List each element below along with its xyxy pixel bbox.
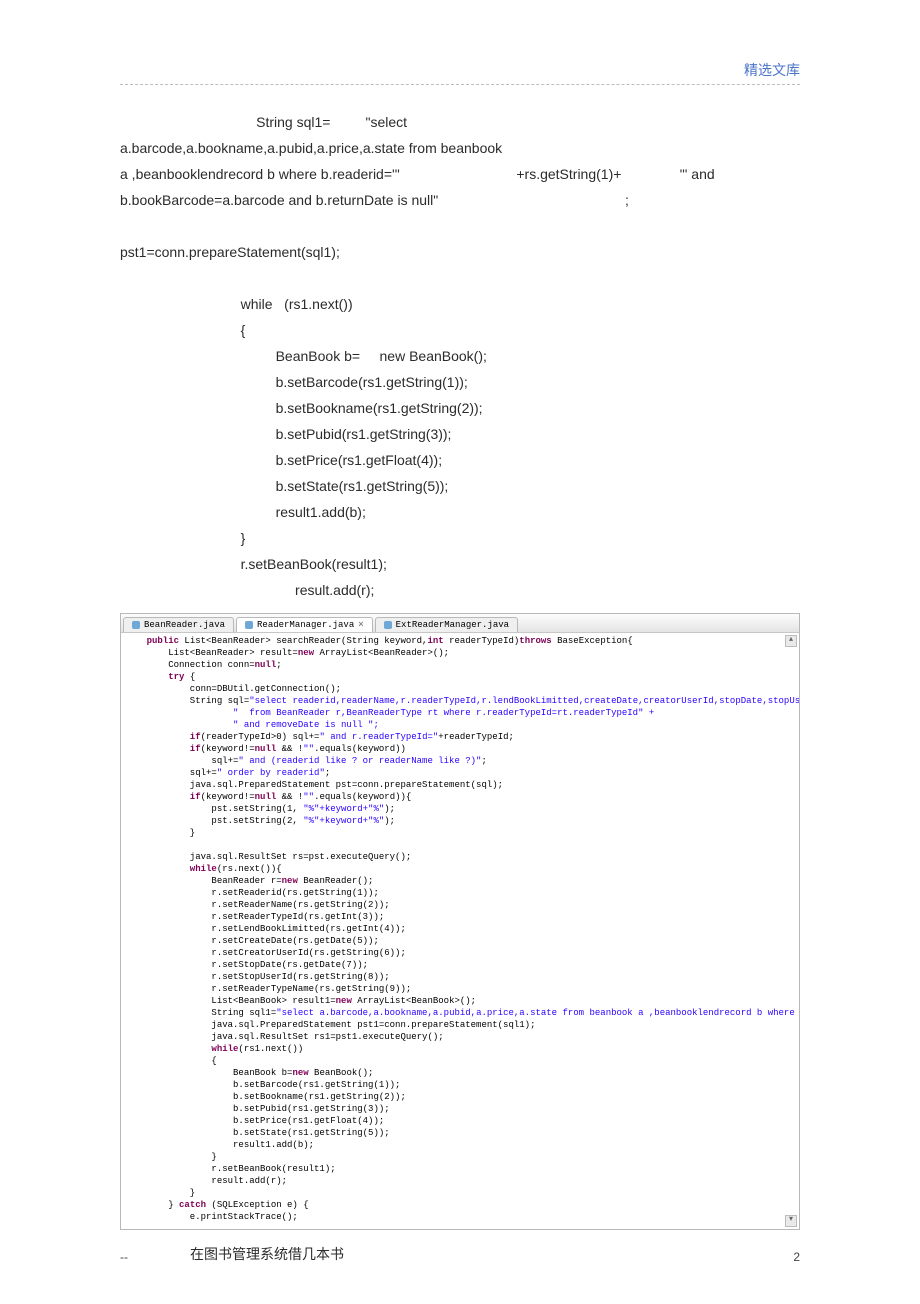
code-line: result.add(r); — [120, 577, 800, 603]
ide-tabbar: BeanReader.java ReaderManager.java × ExtR… — [121, 614, 799, 633]
code-line: b.setPubid(rs1.getString(3)); — [120, 421, 800, 447]
code-line: String sql1= "select — [120, 109, 800, 135]
code-line: b.setState(rs1.getString(5)); — [120, 473, 800, 499]
tab-label: BeanReader.java — [144, 619, 225, 631]
java-file-icon — [245, 621, 253, 629]
ide-code: public List<BeanReader> searchReader(Str… — [125, 635, 795, 1223]
scroll-down-icon[interactable]: ▾ — [785, 1215, 797, 1227]
document-body: String sql1= "select a.barcode,a.booknam… — [120, 109, 800, 603]
java-file-icon — [132, 621, 140, 629]
code-line: b.bookBarcode=a.barcode and b.returnDate… — [120, 187, 800, 213]
code-line: b.setBookname(rs1.getString(2)); — [120, 395, 800, 421]
page-number: 2 — [793, 1250, 800, 1264]
tab-label: ExtReaderManager.java — [396, 619, 509, 631]
code-line: result1.add(b); — [120, 499, 800, 525]
code-line: a ,beanbooklendrecord b where b.readerid… — [120, 161, 800, 187]
blank-line — [120, 213, 800, 239]
java-file-icon — [384, 621, 392, 629]
ide-tab[interactable]: ExtReaderManager.java — [375, 617, 518, 632]
code-line: b.setPrice(rs1.getFloat(4)); — [120, 447, 800, 473]
code-line: BeanBook b= new BeanBook(); — [120, 343, 800, 369]
ide-tab[interactable]: ReaderManager.java × — [236, 617, 373, 632]
footer-left: -- — [120, 1250, 128, 1264]
code-line: r.setBeanBook(result1); — [120, 551, 800, 577]
page-footer: -- 2 — [120, 1250, 800, 1264]
page: 精选文库 String sql1= "select a.barcode,a.bo… — [0, 0, 920, 1304]
code-line: pst1=conn.prepareStatement(sql1); — [120, 239, 800, 265]
scroll-up-icon[interactable]: ▴ — [785, 635, 797, 647]
ide-editor[interactable]: ▴ ▾ public List<BeanReader> searchReader… — [121, 633, 799, 1229]
code-line: a.barcode,a.bookname,a.pubid,a.price,a.s… — [120, 135, 800, 161]
tab-label: ReaderManager.java — [257, 619, 354, 631]
close-icon[interactable]: × — [358, 619, 363, 631]
ide-screenshot: BeanReader.java ReaderManager.java × ExtR… — [120, 613, 800, 1230]
code-line: } — [120, 525, 800, 551]
header-rule — [120, 84, 800, 85]
code-line: while (rs1.next()) — [120, 291, 800, 317]
ide-tab[interactable]: BeanReader.java — [123, 617, 234, 632]
blank-line — [120, 265, 800, 291]
header-label: 精选文库 — [120, 60, 800, 80]
code-line: { — [120, 317, 800, 343]
code-line: b.setBarcode(rs1.getString(1)); — [120, 369, 800, 395]
